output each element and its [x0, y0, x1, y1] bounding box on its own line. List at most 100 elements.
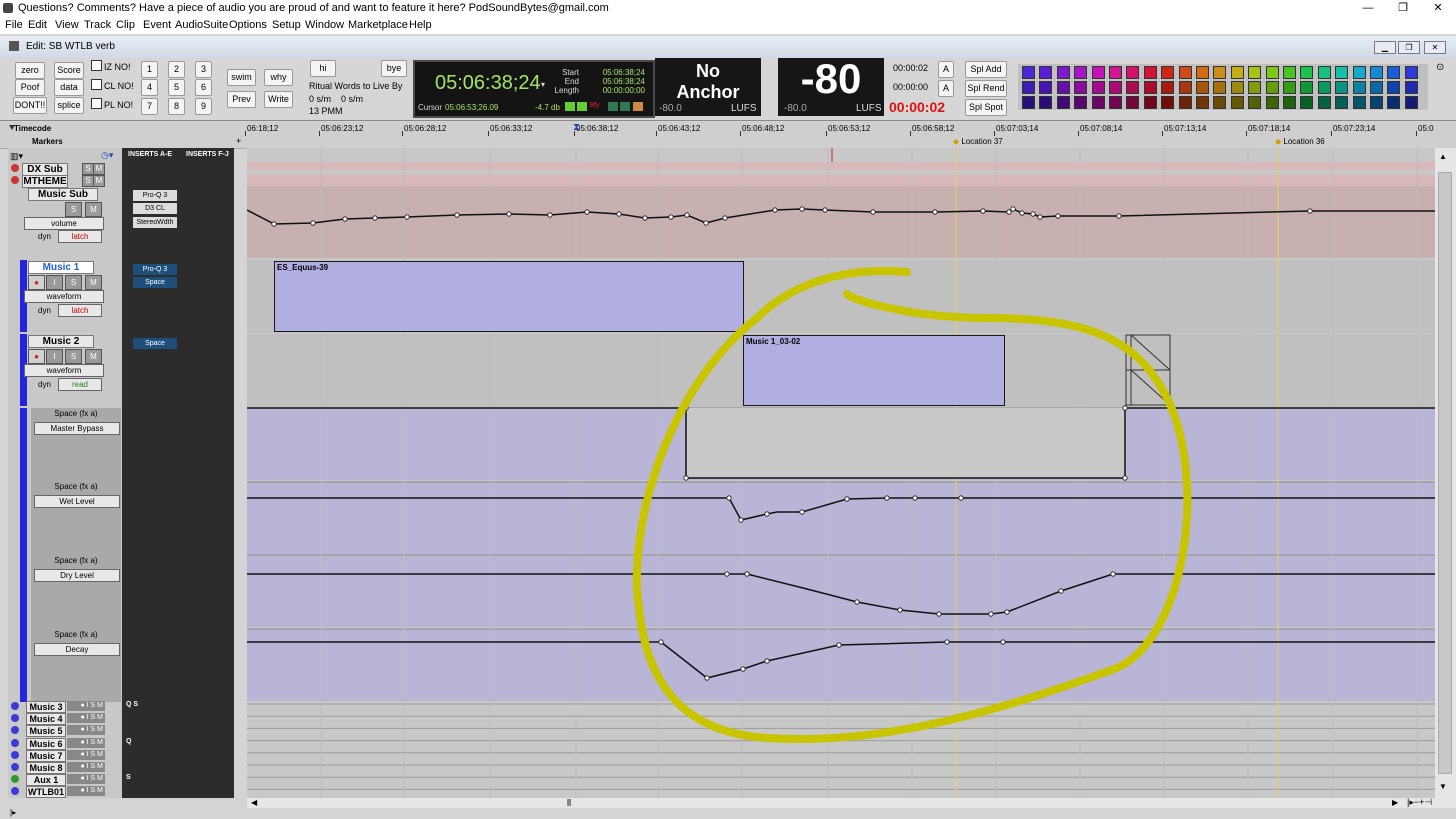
- color-swatch[interactable]: [1196, 96, 1209, 109]
- track-buttons[interactable]: ● I S M: [67, 737, 105, 748]
- iz-checkbox[interactable]: IZ NO!: [91, 60, 131, 72]
- track-buttons[interactable]: ● I S M: [67, 762, 105, 772]
- main-counter[interactable]: 05:06:38;24 ▾ Start 05:06:38;24 End 05:0…: [413, 60, 655, 118]
- track-name-small[interactable]: WTLB01: [26, 786, 66, 799]
- spl-rend-button[interactable]: Spl Rend: [965, 80, 1007, 97]
- menu-edit[interactable]: Edit: [28, 19, 47, 31]
- color-swatch[interactable]: [1178, 66, 1192, 79]
- color-swatch[interactable]: [1300, 96, 1314, 109]
- color-swatch[interactable]: [1352, 81, 1366, 94]
- track-buttons[interactable]: ● I S M: [67, 701, 105, 711]
- color-swatch[interactable]: [1317, 96, 1331, 109]
- color-swatch[interactable]: [1230, 66, 1244, 79]
- color-swatch[interactable]: [1335, 96, 1349, 109]
- scroll-down-icon[interactable]: ▼: [1439, 782, 1447, 791]
- horizontal-scroll-thumb[interactable]: [567, 799, 571, 806]
- edit-close-icon[interactable]: ✕: [1424, 41, 1446, 54]
- dont-button[interactable]: DONT!!: [13, 97, 47, 114]
- swim-button[interactable]: swim: [227, 69, 256, 86]
- timer-a-button-1[interactable]: A: [938, 61, 954, 78]
- color-swatch[interactable]: [1283, 96, 1296, 109]
- music1-input-button[interactable]: I: [46, 275, 63, 290]
- color-swatch[interactable]: [1161, 96, 1175, 109]
- tracks-area[interactable]: ES_Equus-39 Music 1_03-02: [247, 148, 1435, 798]
- color-palette[interactable]: [1018, 64, 1428, 110]
- color-swatch[interactable]: [1196, 66, 1209, 79]
- track-name-small[interactable]: Music 7: [26, 749, 66, 762]
- menu-clip[interactable]: Clip: [116, 19, 135, 31]
- color-swatch[interactable]: [1109, 81, 1122, 94]
- color-swatch[interactable]: [1387, 66, 1401, 79]
- memory-1-button[interactable]: 1: [141, 61, 158, 78]
- counter-mode-icons[interactable]: Bly: [565, 102, 645, 112]
- music-sub-automation-select[interactable]: latch: [58, 230, 102, 243]
- horizontal-scrollbar[interactable]: ◀ ▶ |▸−+⊣: [247, 797, 1456, 808]
- color-swatch[interactable]: [1109, 96, 1122, 109]
- lane-3-param-select[interactable]: Dry Level: [34, 569, 120, 582]
- track-list-icon[interactable]: ▥▾: [10, 151, 23, 162]
- color-swatch[interactable]: [1283, 81, 1296, 94]
- color-swatch[interactable]: [1178, 96, 1192, 109]
- spl-spot-button[interactable]: Spl Spot: [965, 99, 1007, 116]
- menu-setup[interactable]: Setup: [272, 19, 301, 31]
- mode-icon-b[interactable]: [620, 102, 630, 111]
- color-swatch[interactable]: [1387, 96, 1401, 109]
- music-sub-insert-2[interactable]: D3 CL: [133, 203, 177, 214]
- memory-6-button[interactable]: 6: [195, 79, 212, 96]
- location-36-marker[interactable]: ◆ Location 36: [1275, 137, 1325, 146]
- color-swatch[interactable]: [1022, 96, 1035, 109]
- track-canvas[interactable]: [247, 148, 1435, 798]
- color-swatch[interactable]: [1091, 96, 1105, 109]
- track-buttons[interactable]: ● I S M: [67, 786, 105, 797]
- music-sub-insert-3[interactable]: StereoWdth: [133, 217, 177, 228]
- color-swatch[interactable]: [1300, 66, 1314, 79]
- length-value[interactable]: 00:00:00;00: [595, 86, 645, 95]
- color-swatch[interactable]: [1178, 81, 1192, 94]
- zero-button[interactable]: zero: [15, 62, 45, 79]
- color-swatch[interactable]: [1039, 81, 1053, 94]
- why-button[interactable]: why: [264, 69, 293, 86]
- color-swatch[interactable]: [1213, 96, 1227, 109]
- color-swatch[interactable]: [1143, 66, 1157, 79]
- bly-icon[interactable]: Bly: [590, 102, 604, 111]
- track-options-icon[interactable]: ◷▾: [101, 150, 113, 161]
- music-sub-solo-button[interactable]: S: [65, 202, 82, 217]
- color-swatch[interactable]: [1335, 81, 1349, 94]
- track-buttons[interactable]: ● I S M: [67, 749, 105, 760]
- color-swatch[interactable]: [1109, 66, 1122, 79]
- spl-add-button[interactable]: Spl Add: [965, 61, 1007, 78]
- color-swatch[interactable]: [1352, 66, 1366, 79]
- memory-7-button[interactable]: 7: [141, 98, 158, 115]
- music-sub-mute-button[interactable]: M: [85, 202, 102, 217]
- timecode-ruler[interactable]: Timecode 06:18;12 05:06:23;12 05:06:28;12 0…: [0, 122, 1456, 136]
- lane-1-param-select[interactable]: Master Bypass: [34, 422, 120, 435]
- toolbar-menu-icon[interactable]: ⊙: [1436, 62, 1444, 73]
- prev-button[interactable]: Prev: [227, 91, 256, 108]
- color-swatch[interactable]: [1074, 81, 1088, 94]
- color-swatch[interactable]: [1387, 81, 1401, 94]
- track-buttons[interactable]: ● I S M: [67, 774, 105, 785]
- color-swatch[interactable]: [1265, 96, 1279, 109]
- color-swatch[interactable]: [1370, 66, 1383, 79]
- playhead-icon[interactable]: ⧗: [573, 122, 580, 133]
- end-value[interactable]: 05:06:38;24: [595, 77, 645, 86]
- track-name-small[interactable]: Music 3: [26, 701, 66, 713]
- add-marker-icon[interactable]: +: [236, 136, 241, 146]
- color-swatch[interactable]: [1074, 96, 1088, 109]
- memory-3-button[interactable]: 3: [195, 61, 212, 78]
- track-name-mtheme[interactable]: MTHEME: [22, 175, 68, 188]
- grid-icon[interactable]: [565, 102, 575, 111]
- color-swatch[interactable]: [1265, 66, 1279, 79]
- music2-view-select[interactable]: waveform: [24, 364, 104, 377]
- splice-button[interactable]: splice: [54, 97, 84, 114]
- music2-insert-1[interactable]: Space: [133, 338, 177, 349]
- vertical-scroll-thumb[interactable]: [1438, 172, 1452, 774]
- color-swatch[interactable]: [1056, 66, 1070, 79]
- edit-minimize-icon[interactable]: ▁: [1374, 41, 1396, 54]
- menu-file[interactable]: File: [5, 19, 23, 31]
- write-button[interactable]: Write: [264, 91, 293, 108]
- track-name-small[interactable]: Music 8: [26, 762, 66, 774]
- music-sub-insert-1[interactable]: Pro-Q 3: [133, 190, 177, 201]
- ruler-expand-icon[interactable]: [9, 125, 15, 130]
- menu-audiosuite[interactable]: AudioSuite: [175, 19, 228, 31]
